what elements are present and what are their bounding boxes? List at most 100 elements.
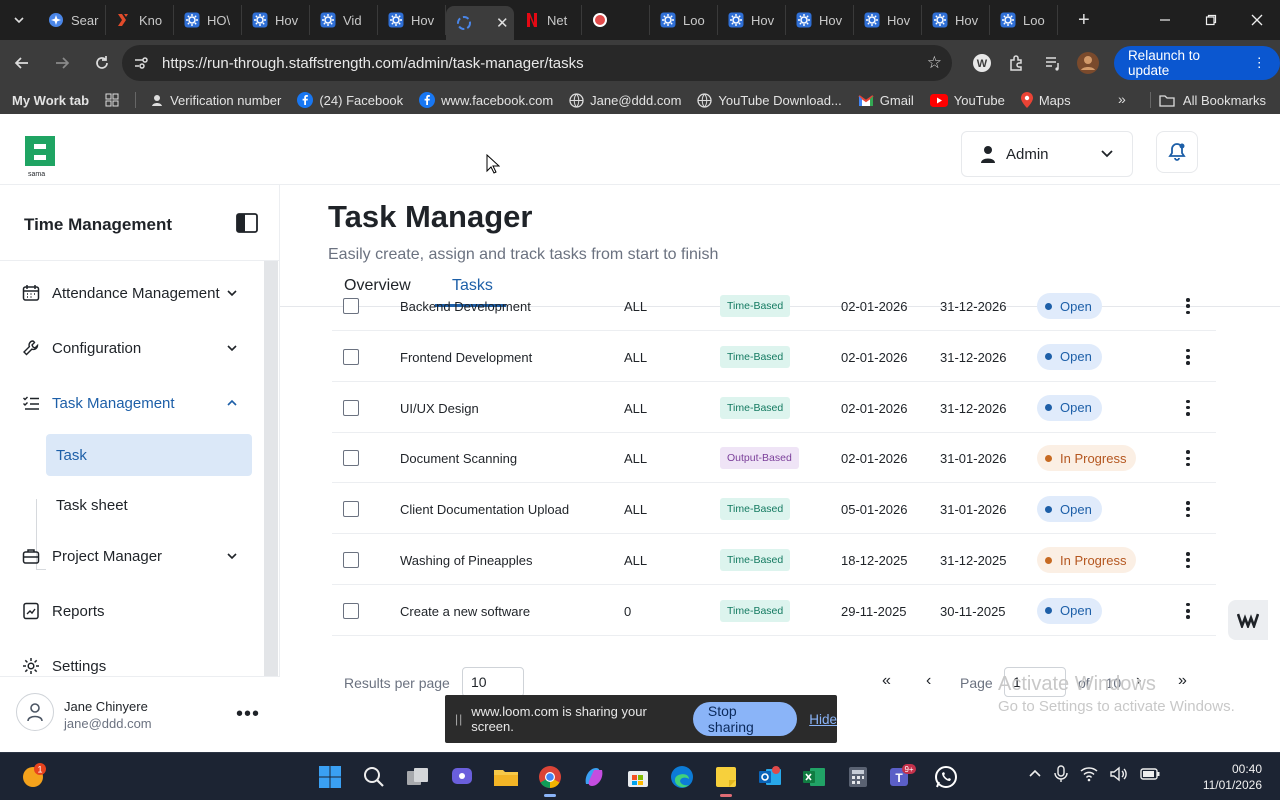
prev-page-button[interactable]: ‹: [926, 672, 931, 690]
browser-tab[interactable]: Sear: [38, 5, 106, 35]
back-button[interactable]: [4, 45, 40, 81]
speaker-icon[interactable]: [1110, 766, 1128, 782]
sidebar-item-attendance[interactable]: Attendance Management: [0, 271, 264, 315]
bookmark-gmail[interactable]: Gmail: [858, 93, 914, 108]
sidebar-scrollbar[interactable]: [264, 261, 278, 676]
row-checkbox[interactable]: [343, 552, 359, 568]
outlook-button[interactable]: [750, 757, 790, 797]
role-dropdown[interactable]: Admin: [961, 131, 1133, 177]
stop-sharing-button[interactable]: Stop sharing: [692, 702, 798, 736]
row-actions-button[interactable]: [1185, 348, 1191, 365]
task-name-cell[interactable]: Create a new software: [400, 604, 530, 619]
results-per-page-select[interactable]: 10: [462, 667, 524, 697]
task-name-cell[interactable]: Frontend Development: [400, 350, 532, 365]
row-actions-button[interactable]: [1185, 501, 1191, 518]
table-row[interactable]: Backend Development ALL Time-Based 02-01…: [332, 281, 1216, 331]
browser-tab[interactable]: Loo: [650, 5, 718, 35]
copilot-button[interactable]: [574, 757, 614, 797]
taskbar-search-button[interactable]: [354, 757, 394, 797]
widgets-button[interactable]: 1: [20, 761, 50, 791]
new-tab-button[interactable]: +: [1078, 9, 1090, 32]
row-checkbox[interactable]: [343, 399, 359, 416]
browser-tab[interactable]: ✕: [446, 6, 514, 40]
extensions-puzzle-icon[interactable]: [1003, 49, 1030, 77]
chrome-button[interactable]: [530, 757, 570, 797]
edge-button[interactable]: [662, 757, 702, 797]
bookmark-youtube[interactable]: YouTube: [929, 93, 1005, 108]
row-checkbox[interactable]: [343, 602, 359, 619]
relaunch-button[interactable]: Relaunch to update ⋮: [1113, 46, 1280, 80]
task-name-cell[interactable]: Backend Development: [400, 299, 531, 314]
media-control-icon[interactable]: [1039, 49, 1066, 77]
wifi-icon[interactable]: [1080, 766, 1098, 782]
site-settings-icon[interactable]: [132, 54, 150, 72]
sidebar-item-reports[interactable]: Reports: [0, 589, 264, 633]
browser-tab[interactable]: Loo: [990, 5, 1058, 35]
row-actions-button[interactable]: [1185, 298, 1191, 314]
close-window-button[interactable]: [1234, 0, 1280, 40]
bookmark-facebook-com[interactable]: www.facebook.com: [419, 92, 553, 108]
browser-tab[interactable]: Vid: [310, 5, 378, 35]
sidebar-subitem-task-sheet[interactable]: Task sheet: [46, 484, 252, 526]
file-explorer-button[interactable]: [486, 757, 526, 797]
task-name-cell[interactable]: Client Documentation Upload: [400, 502, 569, 517]
sidebar-collapse-button[interactable]: [236, 213, 258, 233]
close-tab-icon[interactable]: ✕: [496, 14, 509, 32]
whatsapp-button[interactable]: [926, 757, 966, 797]
row-actions-button[interactable]: [1185, 552, 1191, 568]
sticky-notes-button[interactable]: [706, 757, 746, 797]
browser-tab[interactable]: Hov: [242, 5, 310, 35]
user-more-button[interactable]: •••: [236, 703, 260, 726]
apps-grid-button[interactable]: [105, 93, 119, 107]
store-button[interactable]: [618, 757, 658, 797]
browser-tab[interactable]: HO\: [174, 5, 242, 35]
table-row[interactable]: Create a new software 0 Time-Based 29-11…: [332, 586, 1216, 636]
calculator-button[interactable]: [838, 757, 878, 797]
task-name-cell[interactable]: Document Scanning: [400, 451, 517, 466]
all-bookmarks-button[interactable]: All Bookmarks: [1159, 86, 1266, 114]
excel-button[interactable]: [794, 757, 834, 797]
table-row[interactable]: Document Scanning ALL Output-Based 02-01…: [332, 433, 1216, 484]
sama-logo[interactable]: sama: [22, 133, 58, 178]
sidebar-item-configuration[interactable]: Configuration: [0, 326, 264, 370]
teams-button[interactable]: T 9+: [882, 757, 922, 797]
table-row[interactable]: Washing of Pineapples ALL Time-Based 18-…: [332, 535, 1216, 585]
profile-avatar-icon[interactable]: [1074, 49, 1101, 77]
row-actions-button[interactable]: [1185, 450, 1191, 467]
row-checkbox[interactable]: [343, 298, 359, 314]
drag-handle-icon[interactable]: ||: [455, 712, 463, 726]
restore-button[interactable]: [1188, 0, 1234, 40]
last-page-button[interactable]: »: [1178, 672, 1187, 690]
task-name-cell[interactable]: Washing of Pineapples: [400, 553, 533, 568]
row-checkbox[interactable]: [343, 501, 359, 518]
table-row[interactable]: Frontend Development ALL Time-Based 02-0…: [332, 332, 1216, 382]
notifications-button[interactable]: [1156, 131, 1198, 173]
browser-tab[interactable]: Kno: [106, 5, 174, 35]
table-row[interactable]: Client Documentation Upload ALL Time-Bas…: [332, 484, 1216, 535]
browser-tab[interactable]: Net: [514, 5, 582, 35]
extension-w-icon[interactable]: W: [968, 49, 995, 77]
bookmark-maps[interactable]: Maps: [1020, 92, 1071, 108]
avatar[interactable]: [16, 693, 54, 731]
browser-tab[interactable]: Hov: [718, 5, 786, 35]
row-actions-button[interactable]: [1185, 399, 1191, 416]
browser-tab[interactable]: Hov: [854, 5, 922, 35]
bookmarks-overflow-icon[interactable]: »: [1118, 91, 1126, 107]
system-clock[interactable]: 00:40 11/01/2026: [1203, 761, 1262, 793]
bookmark-verification-number[interactable]: Verification number: [150, 93, 281, 108]
bookmark-facebook-24[interactable]: (24) Facebook: [297, 92, 403, 108]
sidebar-item-task-management[interactable]: Task Management: [0, 381, 264, 425]
hide-share-bar-link[interactable]: Hide: [809, 712, 837, 727]
row-actions-button[interactable]: [1185, 602, 1191, 619]
forward-button[interactable]: [44, 45, 80, 81]
bookmark-youtube-download[interactable]: YouTube Download...: [697, 93, 842, 108]
table-row[interactable]: UI/UX Design ALL Time-Based 02-01-2026 3…: [332, 383, 1216, 433]
teams-chat-button[interactable]: [442, 757, 482, 797]
task-view-button[interactable]: [398, 757, 438, 797]
loom-control-tab[interactable]: [1228, 600, 1268, 640]
url-text[interactable]: https://run-through.staffstrength.com/ad…: [162, 55, 584, 72]
sidebar-item-project-manager[interactable]: Project Manager: [0, 534, 264, 578]
battery-icon[interactable]: [1140, 767, 1160, 781]
browser-tab[interactable]: Hov: [786, 5, 854, 35]
minimize-button[interactable]: [1142, 0, 1188, 40]
